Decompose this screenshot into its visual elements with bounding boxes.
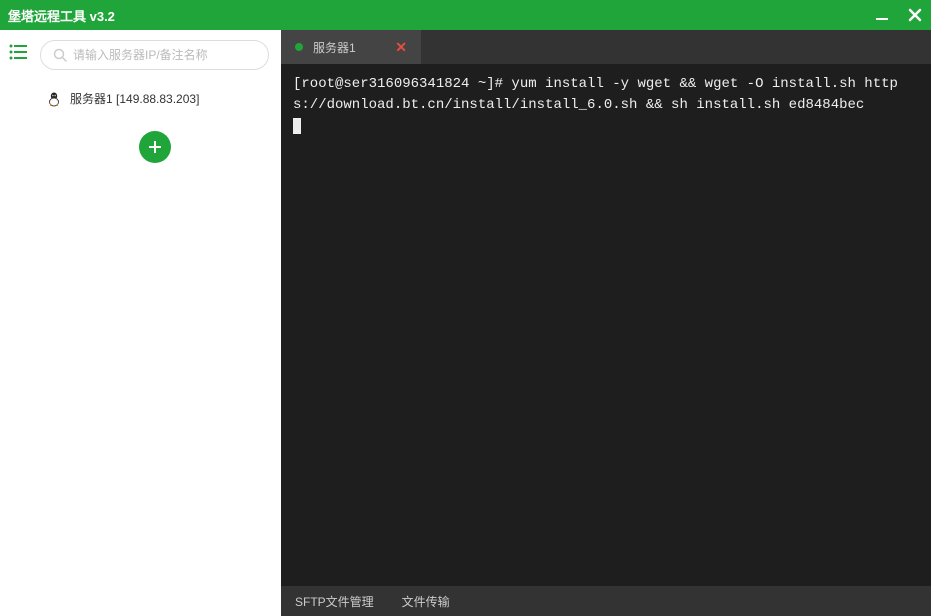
main-area: 服务器1 [149.88.83.203] 服务器1 ✕ [root@ser316… [0,30,931,616]
linux-icon [46,91,62,107]
file-transfer-button[interactable]: 文件传输 [402,593,450,610]
search-icon [53,48,67,62]
terminal-cursor [293,118,301,134]
server-list-item[interactable]: 服务器1 [149.88.83.203] [40,82,269,115]
add-server-button[interactable] [139,131,171,163]
tab-label: 服务器1 [313,39,356,56]
sidebar: 服务器1 [149.88.83.203] [36,30,281,616]
app-title: 堡塔远程工具 v3.2 [8,6,115,25]
left-strip [0,30,36,616]
content-area: 服务器1 ✕ [root@ser316096341824 ~]# yum ins… [281,30,931,616]
bottom-bar: SFTP文件管理 文件传输 [281,586,931,616]
plus-icon [147,139,163,155]
menu-icon[interactable] [9,44,27,60]
tab-close-button[interactable]: ✕ [395,39,407,56]
tab-bar: 服务器1 ✕ [281,30,931,64]
server-label: 服务器1 [149.88.83.203] [70,90,199,107]
terminal-output: [root@ser316096341824 ~]# yum install -y… [293,76,898,113]
close-button[interactable] [907,7,923,23]
tab-server1[interactable]: 服务器1 ✕ [281,30,421,64]
add-button-wrap [40,131,269,163]
window-controls [875,7,923,23]
minimize-button[interactable] [875,8,889,22]
sftp-button[interactable]: SFTP文件管理 [295,593,374,610]
status-dot-icon [295,43,303,51]
titlebar: 堡塔远程工具 v3.2 [0,0,931,30]
search-input[interactable] [73,48,256,62]
terminal[interactable]: [root@ser316096341824 ~]# yum install -y… [281,64,931,586]
search-box[interactable] [40,40,269,70]
